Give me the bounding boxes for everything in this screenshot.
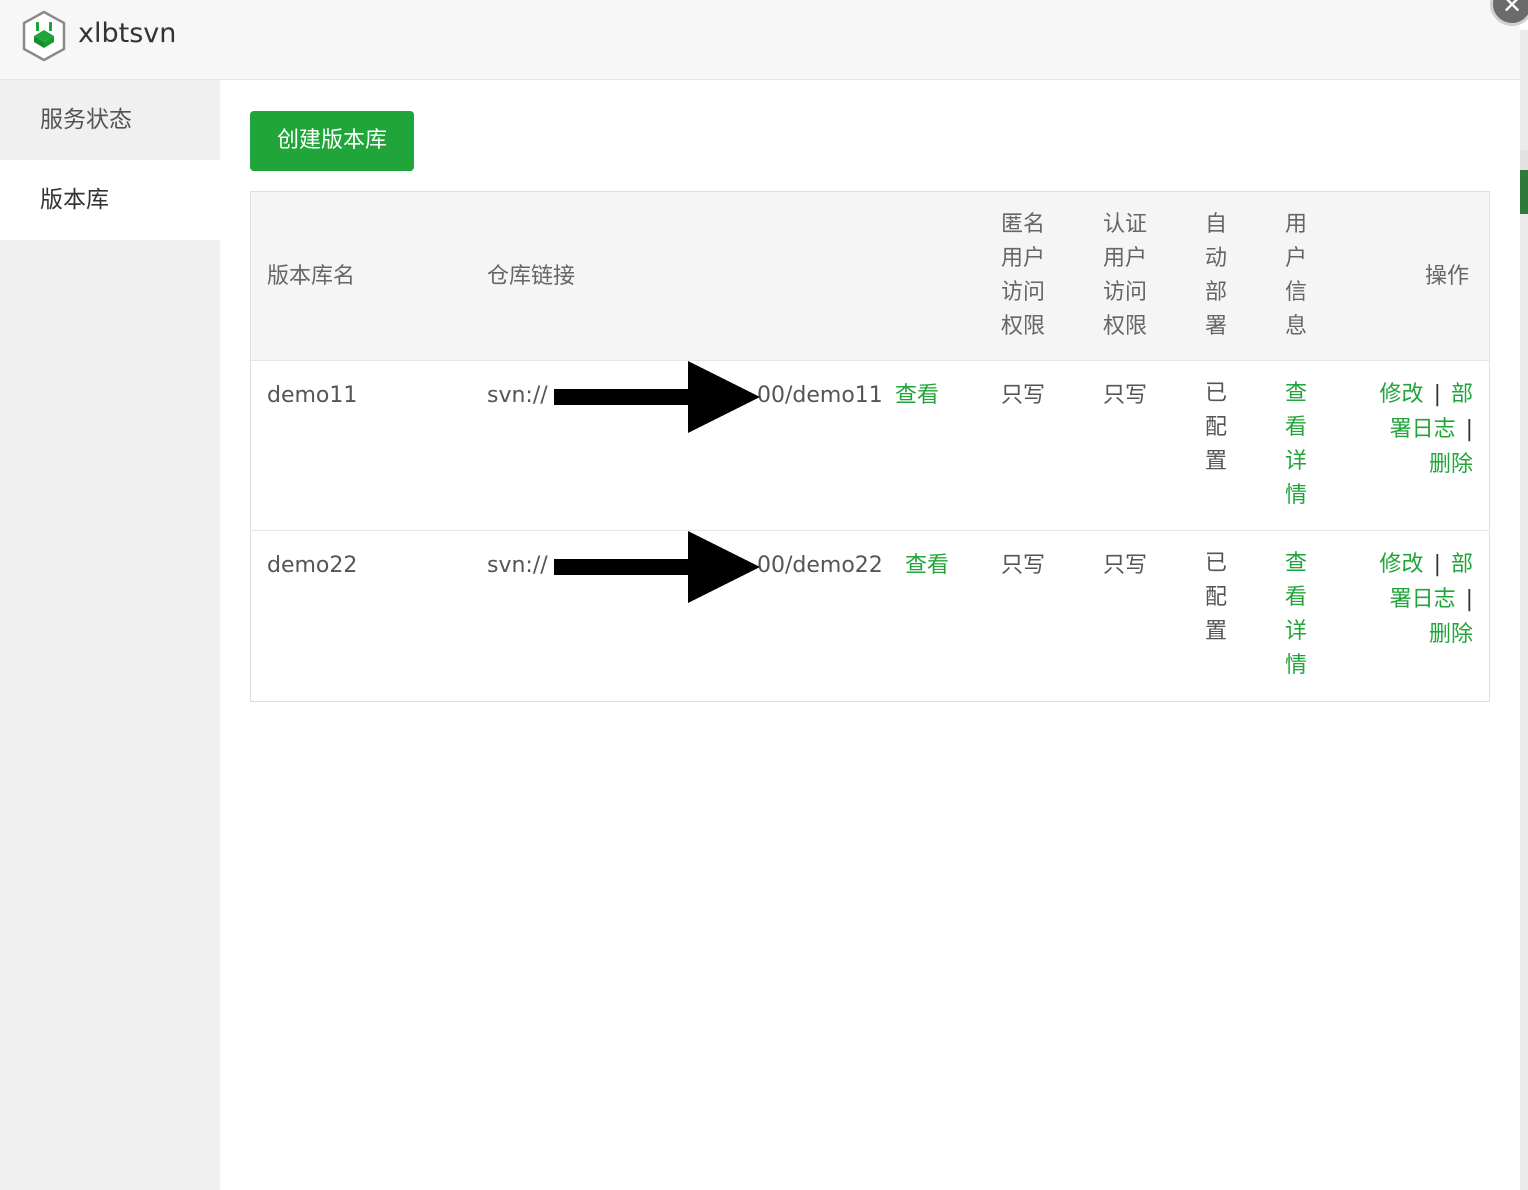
op-line-3: 删除 xyxy=(1353,447,1473,482)
deploy-log-link-a[interactable]: 部 xyxy=(1451,382,1473,407)
auth-access-value: 只写 xyxy=(1103,553,1148,578)
repository-table: 版本库名 仓库链接 匿名用户访问权限 认证用户访问权限 自动部署 用户信息 操作… xyxy=(250,191,1490,702)
table-header: 版本库名 仓库链接 匿名用户访问权限 认证用户访问权限 自动部署 用户信息 操作 xyxy=(251,192,1489,361)
edit-link[interactable]: 修改 xyxy=(1380,552,1424,577)
anon-access-value: 只写 xyxy=(1001,553,1046,578)
right-edge-strip xyxy=(1520,30,1528,1190)
repo-link-prefix: svn:// xyxy=(487,553,548,578)
app-header: xlbtsvn xyxy=(0,0,1520,80)
sidebar-item-repositories[interactable]: 版本库 xyxy=(0,160,220,240)
view-link[interactable]: 查看 xyxy=(905,549,949,583)
header-operations: 操作 xyxy=(1425,264,1470,289)
repo-name: demo11 xyxy=(267,383,358,408)
repo-link-tail: 00/demo22 xyxy=(757,553,883,578)
deploy-log-link-a[interactable]: 部 xyxy=(1451,552,1473,577)
header-anon-access: 匿名用户访问权限 xyxy=(1001,212,1046,339)
delete-link[interactable]: 删除 xyxy=(1429,622,1473,647)
table-row: demo22 svn:// 00/demo22 查看 只写 只写 已配置 查看详… xyxy=(251,531,1489,701)
repo-link-prefix: svn:// xyxy=(487,383,548,408)
auto-deploy-status: 已配置 xyxy=(1205,551,1228,644)
view-link[interactable]: 查看 xyxy=(895,379,939,413)
header-auth-access: 认证用户访问权限 xyxy=(1103,212,1148,339)
sidebar: 服务状态 版本库 xyxy=(0,80,220,1190)
edit-link[interactable]: 修改 xyxy=(1380,382,1424,407)
header-repo-name: 版本库名 xyxy=(267,264,356,289)
op-separator: | xyxy=(1465,587,1473,612)
user-info-link[interactable]: 查看详情 xyxy=(1285,547,1313,683)
op-line-2: 署日志 | xyxy=(1353,412,1473,447)
header-repo-link: 仓库链接 xyxy=(487,264,576,289)
op-separator: | xyxy=(1465,417,1473,442)
user-info-link[interactable]: 查看详情 xyxy=(1285,377,1313,513)
op-line-2: 署日志 | xyxy=(1353,582,1473,617)
auth-access-value: 只写 xyxy=(1103,383,1148,408)
operations: 修改 | 部 署日志 | 删除 xyxy=(1353,547,1473,652)
deploy-log-link-b[interactable]: 署日志 xyxy=(1390,417,1456,442)
op-line-1: 修改 | 部 xyxy=(1353,547,1473,582)
repo-name: demo22 xyxy=(267,553,358,578)
auto-deploy-status: 已配置 xyxy=(1205,381,1228,474)
header-user-info: 用户信息 xyxy=(1285,212,1308,339)
edge-green-segment xyxy=(1520,170,1528,214)
op-separator: | xyxy=(1433,382,1441,407)
repo-link-tail: 00/demo11 xyxy=(757,383,883,408)
arrow-right-icon xyxy=(554,531,760,603)
delete-link[interactable]: 删除 xyxy=(1429,452,1473,477)
operations: 修改 | 部 署日志 | 删除 xyxy=(1353,377,1473,482)
table-row: demo11 svn:// 00/demo11 查看 只写 只写 已配置 查看详… xyxy=(251,361,1489,531)
header-auto-deploy: 自动部署 xyxy=(1205,212,1228,339)
op-separator: | xyxy=(1433,552,1441,577)
create-repository-button[interactable]: 创建版本库 xyxy=(250,111,414,171)
op-line-3: 删除 xyxy=(1353,617,1473,652)
arrow-right-icon xyxy=(554,361,760,433)
app-logo-icon xyxy=(22,10,66,62)
deploy-log-link-b[interactable]: 署日志 xyxy=(1390,587,1456,612)
anon-access-value: 只写 xyxy=(1001,383,1046,408)
op-line-1: 修改 | 部 xyxy=(1353,377,1473,412)
main-content: 创建版本库 版本库名 仓库链接 匿名用户访问权限 认证用户访问权限 自动部署 用… xyxy=(220,80,1520,1190)
sidebar-item-service-status[interactable]: 服务状态 xyxy=(0,80,220,160)
app-title: xlbtsvn xyxy=(78,18,177,49)
